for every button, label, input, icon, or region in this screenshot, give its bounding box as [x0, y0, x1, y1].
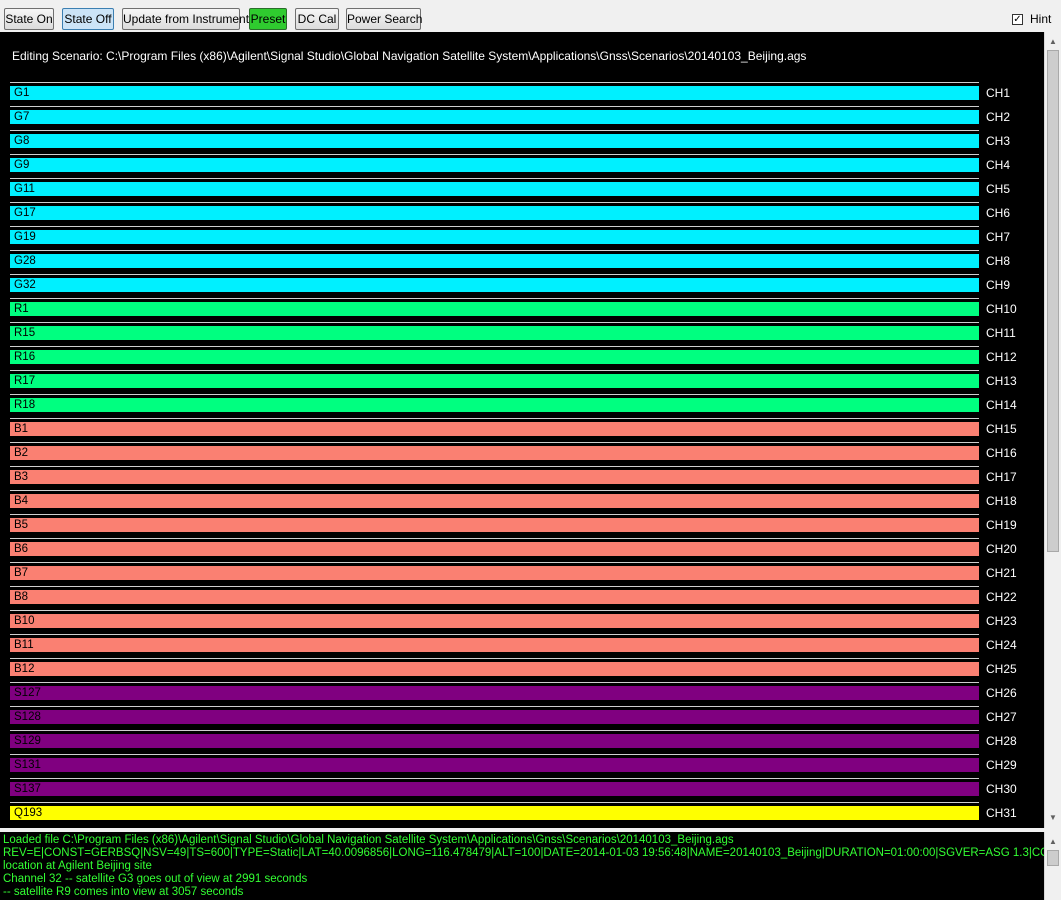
channel-label: CH12 [986, 350, 1017, 364]
channel-bar[interactable]: B7 [10, 562, 979, 580]
channel-bar[interactable]: B5 [10, 514, 979, 532]
channel-bar[interactable]: B12 [10, 658, 979, 676]
channel-bar[interactable]: B8 [10, 586, 979, 604]
hint-label: Hint [1030, 12, 1052, 26]
channel-bar[interactable]: R16 [10, 346, 979, 364]
channel-bar[interactable]: R17 [10, 370, 979, 388]
channel-bar[interactable]: G17 [10, 202, 979, 220]
channel-bar[interactable]: G19 [10, 226, 979, 244]
channel-label: CH6 [986, 206, 1011, 220]
power-search-button[interactable]: Power Search [346, 8, 422, 30]
channel-bar[interactable]: G8 [10, 130, 979, 148]
channel-label: CH3 [986, 134, 1011, 148]
channel-label: CH31 [986, 806, 1017, 820]
channel-bar[interactable]: G11 [10, 178, 979, 196]
channel-label: CH29 [986, 758, 1017, 772]
log-scroll-up-icon[interactable]: ▲ [1045, 834, 1061, 850]
log-line: REV=E|CONST=GERBSQ|NSV=49|TS=600|TYPE=St… [3, 847, 1061, 859]
channel-bar[interactable]: B10 [10, 610, 979, 628]
channel-label: CH16 [986, 446, 1017, 460]
log-line: Loaded file C:\Program Files (x86)\Agile… [3, 834, 734, 846]
scroll-up-icon[interactable]: ▲ [1045, 34, 1061, 50]
channel-bar[interactable]: B3 [10, 466, 979, 484]
channel-bar[interactable]: S131 [10, 754, 979, 772]
channel-bar[interactable]: S128 [10, 706, 979, 724]
toolbar: State On State Off Update from Instrumen… [0, 0, 1061, 32]
channel-label: CH27 [986, 710, 1017, 724]
preset-button[interactable]: Preset [249, 8, 287, 30]
channel-label: CH10 [986, 302, 1017, 316]
log-line: -- satellite R9 comes into view at 3057 … [3, 886, 244, 898]
channel-bar[interactable]: S127 [10, 682, 979, 700]
channel-label: CH20 [986, 542, 1017, 556]
channel-label: CH8 [986, 254, 1011, 268]
channel-bar[interactable]: Q193 [10, 802, 979, 820]
channel-bar[interactable]: B1 [10, 418, 979, 436]
channel-label: CH25 [986, 662, 1017, 676]
channel-label: CH1 [986, 86, 1011, 100]
channel-label: CH14 [986, 398, 1017, 412]
channel-label: CH5 [986, 182, 1011, 196]
channel-label: CH7 [986, 230, 1011, 244]
channel-label: CH13 [986, 374, 1017, 388]
channel-label: CH24 [986, 638, 1017, 652]
channel-label: CH26 [986, 686, 1017, 700]
channel-bar[interactable]: G9 [10, 154, 979, 172]
channel-bar[interactable]: B11 [10, 634, 979, 652]
hint-toggle[interactable]: ✓ Hint [1012, 11, 1051, 27]
channel-bar[interactable]: B6 [10, 538, 979, 556]
channel-bar[interactable]: B4 [10, 490, 979, 508]
channel-scrollbar[interactable]: ▲ ▼ [1044, 32, 1061, 828]
channel-label: CH9 [986, 278, 1011, 292]
channel-label: CH23 [986, 614, 1017, 628]
channel-bar[interactable]: S137 [10, 778, 979, 796]
channel-label: CH28 [986, 734, 1017, 748]
log-line: location at Agilent Beijing site [3, 860, 152, 872]
channel-bar[interactable]: G7 [10, 106, 979, 124]
channel-label: CH18 [986, 494, 1017, 508]
dc-cal-button[interactable]: DC Cal [295, 8, 339, 30]
channel-bar[interactable]: G1 [10, 82, 979, 100]
scroll-down-icon[interactable]: ▼ [1045, 810, 1061, 826]
channel-label: CH11 [986, 326, 1016, 340]
channel-panel: Editing Scenario: C:\Program Files (x86)… [0, 32, 1061, 828]
log-scroll-thumb[interactable] [1047, 850, 1059, 866]
log-line: Channel 32 -- satellite G3 goes out of v… [3, 873, 308, 885]
channel-bar[interactable]: B2 [10, 442, 979, 460]
log-scrollbar[interactable]: ▲ [1044, 832, 1061, 900]
channel-bar[interactable]: R1 [10, 298, 979, 316]
hint-checkbox[interactable]: ✓ [1012, 13, 1023, 25]
channel-label: CH4 [986, 158, 1011, 172]
log-panel: Loaded file C:\Program Files (x86)\Agile… [0, 832, 1061, 900]
scroll-thumb[interactable] [1047, 50, 1059, 552]
channel-label: CH2 [986, 110, 1011, 124]
channel-bar[interactable]: G32 [10, 274, 979, 292]
channel-label: CH17 [986, 470, 1017, 484]
channel-bar[interactable]: G28 [10, 250, 979, 268]
channel-label: CH21 [986, 566, 1017, 580]
channel-bar[interactable]: R15 [10, 322, 979, 340]
state-on-button[interactable]: State On [4, 8, 54, 30]
state-off-button[interactable]: State Off [62, 8, 114, 30]
channel-label: CH15 [986, 422, 1017, 436]
channel-label: CH22 [986, 590, 1017, 604]
channel-bar[interactable]: R18 [10, 394, 979, 412]
update-from-instrument-button[interactable]: Update from Instrument [122, 8, 249, 30]
channel-label: CH30 [986, 782, 1017, 796]
channel-label: CH19 [986, 518, 1017, 532]
scenario-path: Editing Scenario: C:\Program Files (x86)… [12, 49, 807, 63]
channel-bar[interactable]: S129 [10, 730, 979, 748]
